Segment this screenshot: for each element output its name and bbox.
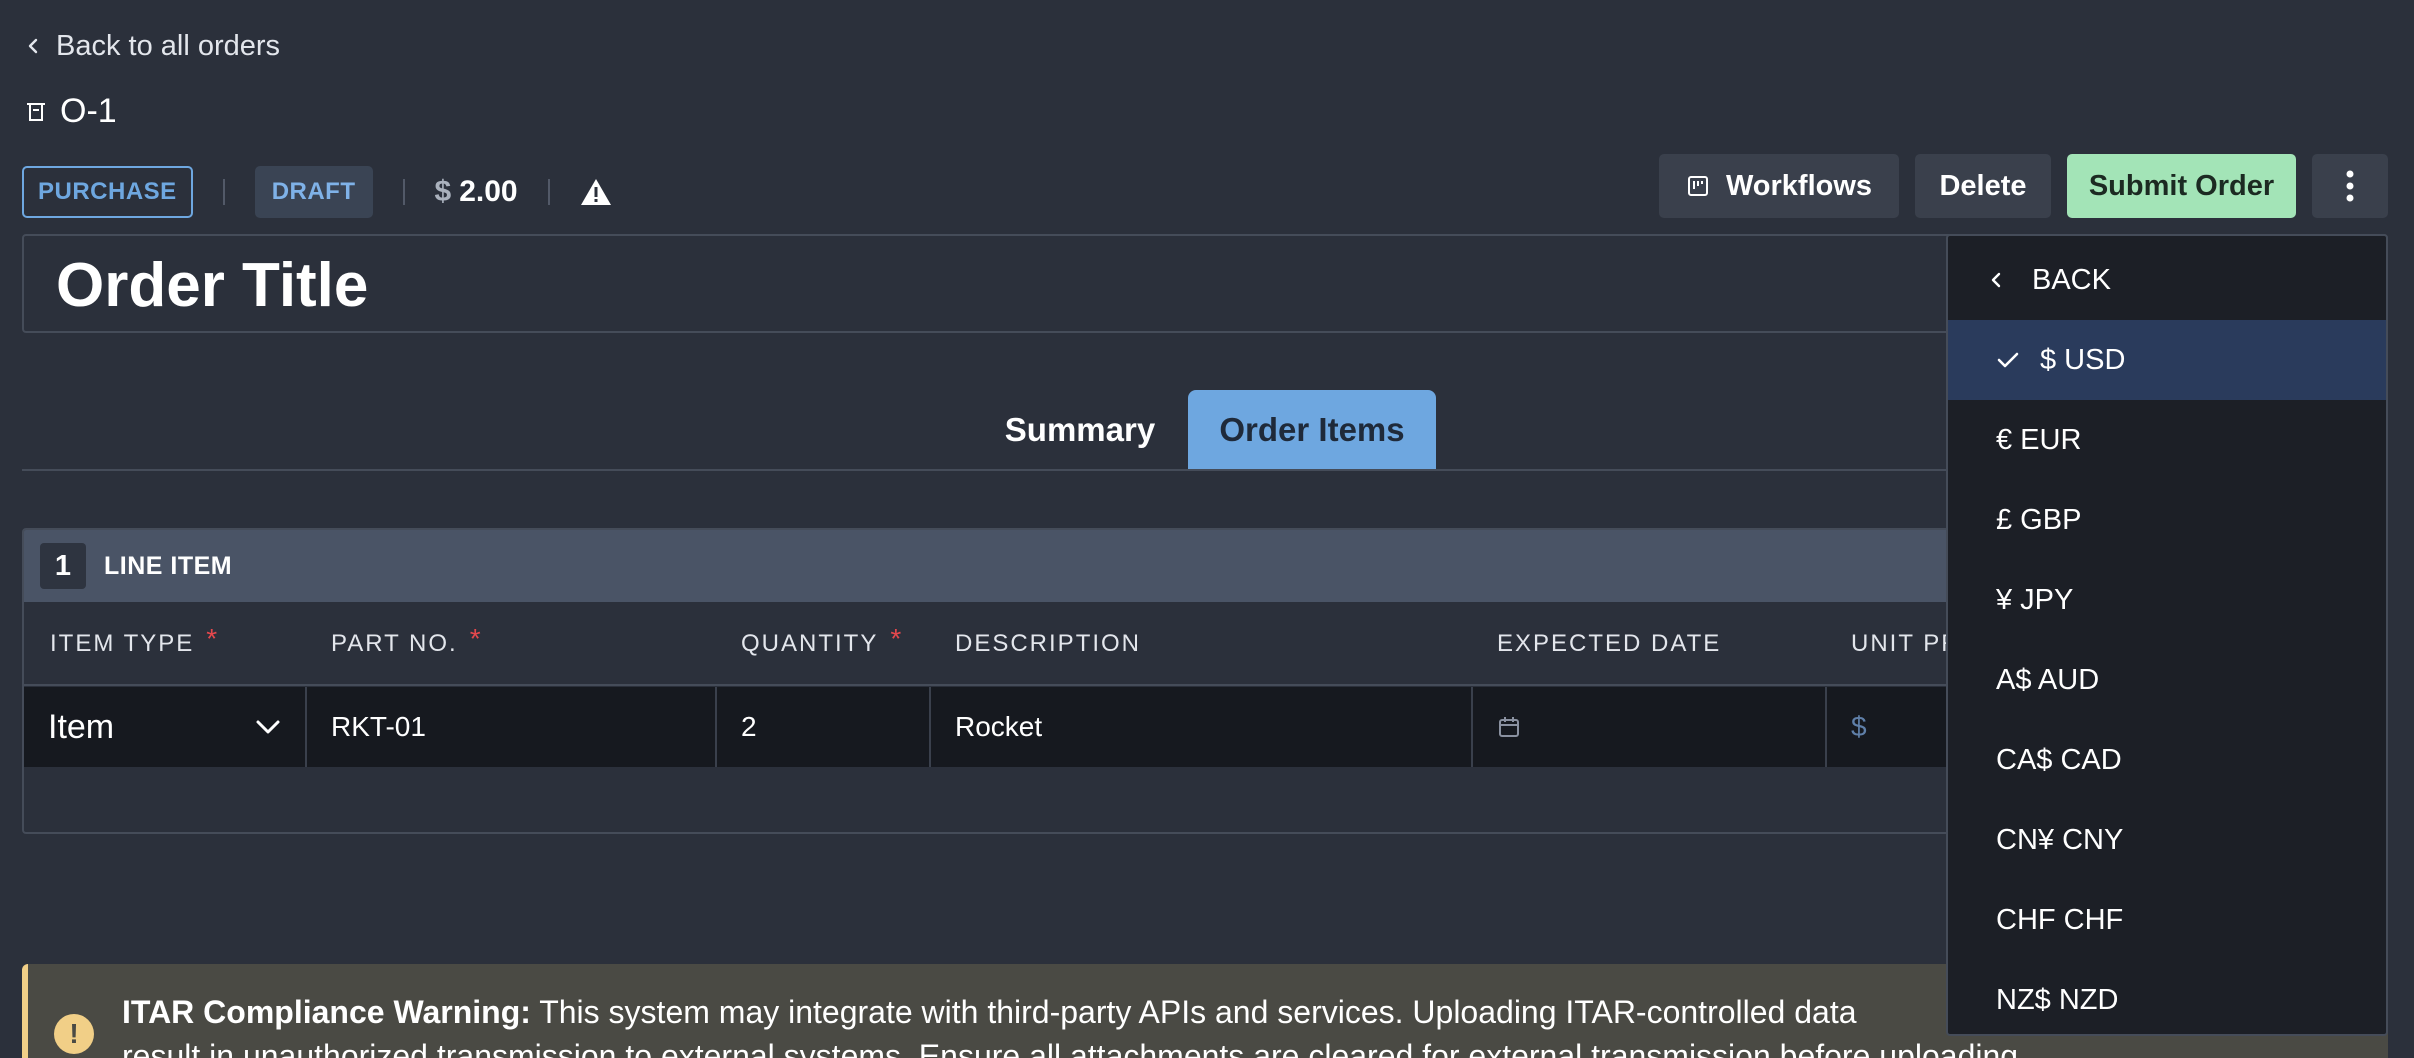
- currency-option-cny[interactable]: CN¥ CNY: [1948, 800, 2386, 880]
- itar-warning-body: This system may integrate with third-par…: [530, 994, 1857, 1030]
- tab-order-items[interactable]: Order Items: [1188, 390, 1436, 470]
- status-badge: DRAFT: [254, 166, 373, 218]
- divider: [222, 179, 225, 205]
- currency-option-nzd[interactable]: NZ$ NZD: [1948, 960, 2386, 1034]
- required-marker: *: [206, 623, 220, 654]
- description-input[interactable]: Rocket: [931, 687, 1473, 767]
- warning-triangle-icon[interactable]: [580, 177, 612, 207]
- order-id: O-1: [24, 92, 117, 131]
- back-link-label: Back to all orders: [56, 29, 281, 62]
- back-to-orders-link[interactable]: Back to all orders: [24, 28, 280, 64]
- itar-warning-title: ITAR Compliance Warning:: [122, 994, 531, 1030]
- chevron-down-icon: [256, 720, 280, 734]
- currency-option-usd[interactable]: $ USD: [1948, 320, 2386, 400]
- required-marker: *: [469, 623, 483, 654]
- currency-option-chf[interactable]: CHF CHF: [1948, 880, 2386, 960]
- column-header-part-no: PART NO. *: [331, 623, 483, 657]
- page-title: Order Title: [56, 251, 369, 320]
- workflows-icon: [1687, 176, 1708, 196]
- required-marker: *: [890, 623, 904, 654]
- unit-price-currency: $: [1851, 711, 1867, 742]
- currency-menu: BACK $ USD € EUR £ GBP ¥ JPY A$ AUD CA$ …: [1946, 234, 2388, 1036]
- workflows-label: Workflows: [1725, 169, 1873, 202]
- column-header-item-type: ITEM TYPE *: [50, 623, 220, 657]
- more-vertical-icon: [2346, 170, 2354, 202]
- delete-button[interactable]: Delete: [1915, 154, 2051, 218]
- itar-warning-body-line2: result in unauthorized transmission to e…: [122, 1038, 2019, 1058]
- divider: [547, 179, 550, 205]
- line-item-count: 1: [40, 543, 86, 589]
- submit-order-button[interactable]: Submit Order: [2067, 154, 2296, 218]
- column-header-quantity: QUANTITY *: [741, 623, 904, 657]
- check-icon: [1997, 352, 2019, 368]
- part-no-input[interactable]: RKT-01: [307, 687, 717, 767]
- divider: [402, 179, 405, 205]
- currency-option-eur[interactable]: € EUR: [1948, 400, 2386, 480]
- column-header-unit-price: UNIT PR: [1851, 630, 1961, 657]
- order-type-badge: PURCHASE: [22, 166, 193, 218]
- exclamation-circle-icon: !: [54, 1014, 94, 1054]
- column-header-description: DESCRIPTION: [955, 630, 1142, 657]
- chevron-left-icon: [1991, 272, 2001, 288]
- order-meta-bar: PURCHASE DRAFT $ 2.00: [22, 166, 612, 218]
- order-total-value: 2.00: [459, 175, 518, 208]
- expected-date-input[interactable]: [1473, 687, 1827, 767]
- currency-menu-back[interactable]: BACK: [1948, 240, 2386, 320]
- currency-option-gbp[interactable]: £ GBP: [1948, 480, 2386, 560]
- quantity-input[interactable]: 2: [717, 687, 931, 767]
- column-header-expected-date: EXPECTED DATE: [1497, 630, 1722, 657]
- order-id-label: O-1: [60, 92, 117, 130]
- currency-option-jpy[interactable]: ¥ JPY: [1948, 560, 2386, 640]
- workflows-button[interactable]: Workflows: [1659, 154, 1899, 218]
- currency-symbol: $: [434, 175, 452, 208]
- chevron-left-icon: [28, 38, 38, 54]
- more-options-button[interactable]: [2312, 154, 2388, 218]
- item-type-select[interactable]: Item: [24, 687, 307, 767]
- currency-option-cad[interactable]: CA$ CAD: [1948, 720, 2386, 800]
- currency-option-aud[interactable]: A$ AUD: [1948, 640, 2386, 720]
- tab-summary[interactable]: Summary: [990, 390, 1170, 470]
- calendar-icon: [1499, 717, 1519, 737]
- line-items-label: LINE ITEM: [104, 551, 233, 580]
- order-total: $ 2.00: [435, 175, 518, 209]
- order-icon: [27, 102, 45, 121]
